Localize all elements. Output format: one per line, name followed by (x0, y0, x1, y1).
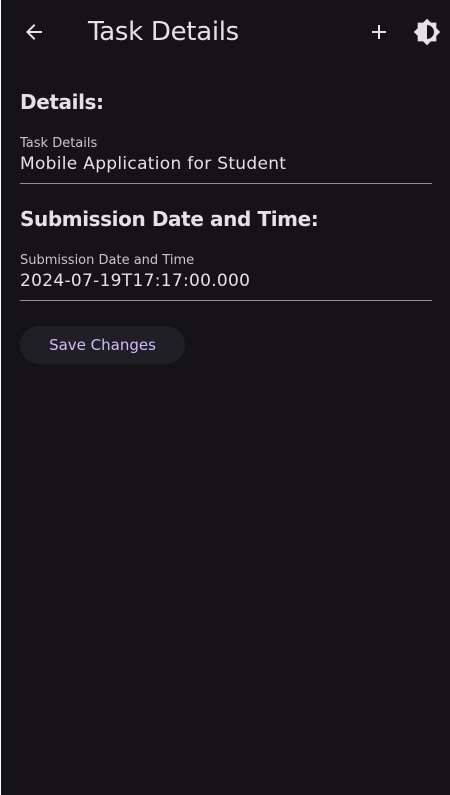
details-heading: Details: (20, 90, 104, 114)
task-details-input[interactable] (20, 151, 432, 177)
submission-date-input[interactable] (20, 268, 432, 294)
theme-toggle-button[interactable] (407, 12, 447, 52)
arrow-back-icon (26, 24, 42, 40)
add-button[interactable] (359, 12, 399, 52)
app-bar: Task Details (1, 0, 450, 64)
submission-heading: Submission Date and Time: (20, 207, 319, 231)
back-button[interactable] (14, 12, 54, 52)
page-title: Task Details (88, 17, 239, 47)
submission-date-label: Submission Date and Time (20, 253, 195, 268)
brightness-icon (413, 18, 441, 46)
add-icon (372, 25, 386, 39)
submission-date-field[interactable]: Submission Date and Time (20, 253, 432, 301)
save-changes-button[interactable]: Save Changes (20, 326, 185, 364)
task-details-label: Task Details (20, 136, 98, 151)
task-details-screen: Task Details Details: Task Details Submi… (1, 0, 450, 795)
task-details-field[interactable]: Task Details (20, 136, 432, 184)
